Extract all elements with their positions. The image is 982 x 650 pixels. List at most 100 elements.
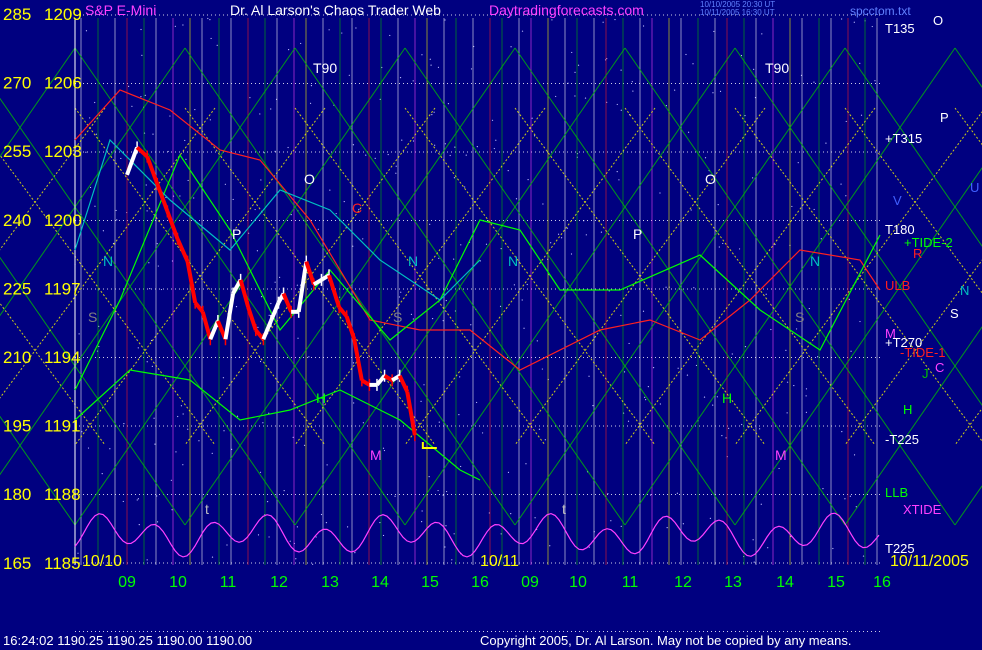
star-dot bbox=[352, 144, 355, 146]
star-dot bbox=[140, 96, 142, 98]
star-dot bbox=[434, 144, 436, 146]
star-dot bbox=[797, 162, 799, 164]
star-dot bbox=[728, 427, 730, 429]
star-dot bbox=[761, 33, 763, 35]
star-dot bbox=[844, 498, 846, 500]
star-dot bbox=[210, 37, 212, 40]
star-dot bbox=[721, 434, 723, 437]
star-dot bbox=[659, 403, 661, 405]
left-axis-label: 240 bbox=[3, 211, 31, 230]
price-axis-label: 1194 bbox=[44, 348, 81, 367]
star-dot bbox=[767, 547, 769, 549]
star-dot bbox=[666, 527, 668, 529]
star-dot bbox=[310, 85, 313, 87]
star-dot bbox=[94, 205, 96, 207]
x-tick-label: 09 bbox=[118, 574, 136, 591]
star-dot bbox=[259, 360, 262, 363]
star-dot bbox=[453, 258, 455, 260]
star-dot bbox=[592, 404, 594, 407]
star-dot bbox=[211, 556, 214, 558]
star-dot bbox=[631, 81, 633, 83]
star-dot bbox=[315, 536, 317, 538]
left-axis-label: 255 bbox=[3, 142, 31, 161]
star-dot bbox=[131, 105, 133, 107]
star-dot bbox=[122, 500, 124, 503]
star-dot bbox=[270, 108, 272, 110]
star-dot bbox=[644, 396, 646, 398]
star-dot bbox=[470, 324, 472, 326]
star-dot bbox=[444, 143, 447, 145]
chart-annotation: P bbox=[232, 226, 241, 242]
star-dot bbox=[123, 423, 125, 425]
upper-band-line bbox=[74, 89, 881, 371]
star-dot bbox=[645, 399, 647, 401]
star-dot bbox=[871, 25, 873, 28]
x-tick-label: 12 bbox=[270, 574, 288, 591]
star-dot bbox=[187, 428, 189, 430]
price-axis-label: 1206 bbox=[44, 74, 82, 93]
x-tick-label: 09 bbox=[521, 574, 539, 591]
star-dot bbox=[343, 200, 345, 203]
star-dot bbox=[184, 139, 186, 142]
star-dot bbox=[146, 210, 148, 212]
star-dot bbox=[209, 19, 211, 21]
star-dot bbox=[760, 503, 762, 505]
star-dot bbox=[254, 208, 256, 211]
right-level-label: H bbox=[903, 402, 912, 417]
instrument-label: S&P E-Mini bbox=[85, 2, 156, 18]
star-dot bbox=[744, 114, 746, 117]
right-level-label: ULB bbox=[885, 278, 910, 293]
price-segment bbox=[397, 374, 410, 393]
star-dot bbox=[841, 18, 843, 20]
star-dot bbox=[136, 499, 138, 501]
star-dot bbox=[382, 447, 385, 449]
chart-annotation: O bbox=[304, 171, 315, 187]
chart-annotation: t bbox=[562, 501, 566, 517]
star-dot bbox=[421, 520, 423, 523]
star-dot bbox=[682, 523, 684, 525]
right-level-label: S bbox=[950, 306, 959, 321]
star-dot bbox=[531, 117, 533, 119]
star-dot bbox=[620, 314, 622, 316]
chart-annotation: T90 bbox=[313, 60, 337, 76]
star-dot bbox=[805, 388, 808, 390]
star-dot bbox=[476, 145, 478, 148]
star-dot bbox=[325, 522, 328, 524]
x-tick-label: 13 bbox=[724, 574, 742, 591]
star-dot bbox=[445, 490, 448, 493]
star-dot bbox=[224, 183, 226, 185]
star-dot bbox=[791, 205, 793, 208]
chart-annotation: S bbox=[88, 309, 97, 325]
star-dot bbox=[236, 415, 239, 417]
star-dot bbox=[209, 119, 211, 121]
star-dot bbox=[179, 195, 181, 197]
star-dot bbox=[175, 451, 177, 453]
lattice-line bbox=[954, 107, 982, 146]
star-dot bbox=[460, 244, 462, 246]
star-dot bbox=[328, 29, 330, 31]
star-dot bbox=[410, 313, 413, 315]
star-dot bbox=[395, 172, 397, 174]
star-dot bbox=[249, 97, 251, 99]
star-dot bbox=[423, 384, 425, 386]
star-dot bbox=[156, 243, 158, 245]
star-dot bbox=[534, 517, 536, 519]
star-dot bbox=[703, 396, 706, 398]
star-dot bbox=[677, 367, 679, 369]
star-dot bbox=[137, 347, 139, 349]
star-dot bbox=[549, 545, 551, 547]
star-dot bbox=[303, 444, 306, 446]
star-dot bbox=[207, 17, 209, 20]
star-dot bbox=[437, 66, 440, 68]
right-level-label: N bbox=[960, 283, 969, 298]
star-dot bbox=[138, 524, 140, 526]
star-dot bbox=[741, 423, 743, 426]
star-dot bbox=[401, 139, 403, 141]
right-level-label: XTIDE bbox=[903, 502, 942, 517]
star-dot bbox=[256, 250, 258, 252]
star-dot bbox=[437, 489, 439, 492]
lattice-line bbox=[844, 259, 982, 446]
right-level-label: J bbox=[922, 366, 929, 381]
star-dot bbox=[704, 157, 707, 159]
star-dot bbox=[383, 449, 386, 452]
